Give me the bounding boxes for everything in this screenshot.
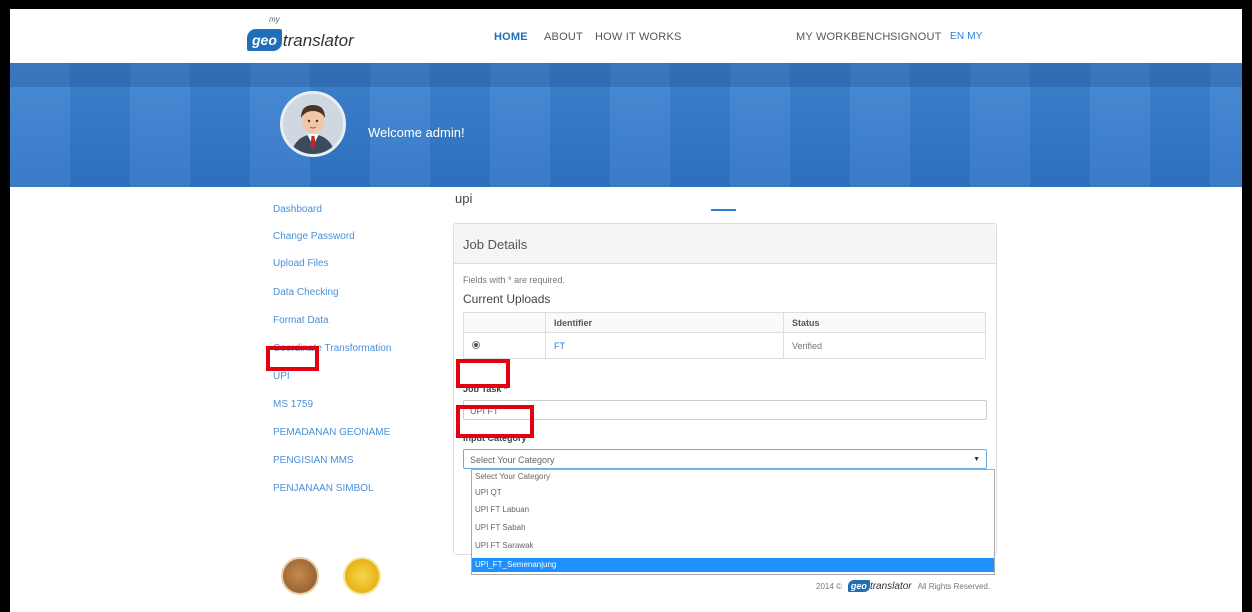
footer-rights: All Rights Reserved. [917,581,991,591]
user-avatar-icon [283,94,343,154]
table-header-row: Identifier Status [463,312,986,333]
dropdown-caret-icon: ▼ [973,456,980,463]
input-category-select[interactable]: Select Your Category ▼ [463,449,987,469]
sidebar-item-upload-files[interactable]: Upload Files [273,258,329,269]
welcome-banner: Welcome admin! [10,63,1242,187]
title-underline [711,209,736,211]
input-category-value: Select Your Category [470,455,555,465]
option-upi-qt[interactable]: UPI QT [472,486,994,500]
geotranslator-logo[interactable]: my geo translator [247,15,354,51]
footer-logo-translator: translator [869,581,912,592]
logo-my-text: my [269,15,280,24]
language-switch[interactable]: EN MY [950,31,983,42]
sidebar-item-ms-1759[interactable]: MS 1759 [273,399,313,410]
top-nav: my geo translator HOME ABOUT HOW IT WORK… [10,9,1242,63]
footer: 2014 © geo translator All Rights Reserve… [816,580,990,592]
required-note: Fields with * are required. [463,275,566,285]
footer-logo: geo translator [847,580,912,592]
option-upi-ft-sarawak[interactable]: UPI FT Sarawak [472,539,994,553]
table-header-status: Status [783,312,986,333]
footer-logo-geo: geo [847,580,870,592]
row-radio[interactable] [472,340,480,349]
footer-year: 2014 © [816,581,842,591]
sidebar-item-penjanaan-simbol[interactable]: PENJANAAN SIMBOL [273,483,374,494]
row-identifier-link[interactable]: FT [545,332,784,359]
sidebar-item-format-data[interactable]: Format Data [273,315,329,326]
app-frame: my geo translator HOME ABOUT HOW IT WORK… [10,9,1242,612]
table-row: FT Verified [463,332,986,359]
highlight-job-task-label [456,359,510,388]
coat-of-arms-icon [343,557,381,595]
option-select-your-category[interactable]: Select Your Category [472,470,994,484]
agency-emblem-icon [281,557,319,595]
sidebar-item-pemadanan-geoname[interactable]: PEMADANAN GEONAME [273,427,390,438]
nav-my-workbench[interactable]: MY WORKBENCH [796,31,890,43]
nav-how-it-works[interactable]: HOW IT WORKS [595,31,682,43]
sidebar-item-pengisian-mms[interactable]: PENGISIAN MMS [273,455,354,466]
uploads-table: Identifier Status FT Verified [463,312,986,359]
panel-title: Job Details [454,224,996,264]
sidebar-item-change-password[interactable]: Change Password [273,231,355,242]
banner-shade [10,63,1242,87]
sidebar-item-dashboard[interactable]: Dashboard [273,204,322,215]
page-title: upi [455,191,473,206]
nav-signout[interactable]: SIGNOUT [890,31,942,43]
row-status: Verified [783,332,986,359]
row-select-cell [463,332,546,359]
logo-translator-text: translator [282,31,354,50]
sidebar-item-upi[interactable]: UPI [273,371,290,382]
sidebar-item-data-checking[interactable]: Data Checking [273,287,339,298]
option-upi-ft-sabah[interactable]: UPI FT Sabah [472,521,994,535]
nav-home[interactable]: HOME [494,31,528,43]
nav-about[interactable]: ABOUT [544,31,583,43]
welcome-text: Welcome admin! [368,125,465,140]
logo-geo-badge: geo [247,29,282,51]
job-task-input[interactable]: UPI FT [463,400,987,420]
category-dropdown-list: Select Your Category UPI QT UPI FT Labua… [471,469,995,575]
option-upi-ft-labuan[interactable]: UPI FT Labuan [472,503,994,517]
avatar [280,91,346,157]
table-header-select [463,312,546,333]
highlight-input-category-label [456,405,534,438]
table-header-identifier: Identifier [545,312,784,333]
current-uploads-title: Current Uploads [463,292,551,306]
highlight-upi-menu [266,346,319,371]
option-upi-ft-semenanjung[interactable]: UPI_FT_Semenanjung [472,558,994,572]
